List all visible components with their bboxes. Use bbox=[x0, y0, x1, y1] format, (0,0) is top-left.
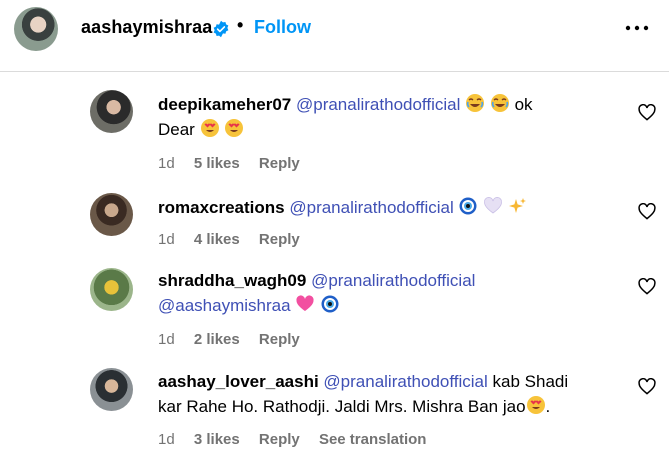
see-translation-link[interactable]: See translation bbox=[319, 431, 427, 448]
follow-button[interactable]: Follow bbox=[254, 17, 311, 38]
comment-time: 1d bbox=[158, 431, 175, 448]
nazar-amulet-emoji-icon bbox=[459, 197, 477, 215]
comment-body: ok bbox=[514, 95, 533, 114]
comment-username[interactable]: shraddha_wagh09 bbox=[158, 271, 306, 290]
laughing-emoji-icon bbox=[466, 94, 485, 112]
reply-button[interactable]: Reply bbox=[259, 155, 300, 172]
like-heart-icon[interactable] bbox=[638, 203, 656, 220]
comment-time: 1d bbox=[158, 155, 175, 172]
avatar[interactable] bbox=[90, 268, 133, 311]
comment-text: shraddha_wagh09 @pranalirathodofficial @… bbox=[158, 268, 608, 318]
comment-body: Dear bbox=[158, 120, 195, 139]
white-heart-emoji-icon bbox=[484, 197, 503, 214]
reply-button[interactable]: Reply bbox=[259, 231, 300, 248]
comment-time: 1d bbox=[158, 331, 175, 348]
comment-meta: 1d 4 likes Reply bbox=[158, 231, 315, 248]
comment-body-end: . bbox=[545, 397, 551, 416]
comment-likes[interactable]: 3 likes bbox=[194, 431, 240, 448]
comment-username[interactable]: aashay_lover_aashi bbox=[158, 372, 319, 391]
comment-body: kab Shadi bbox=[492, 372, 569, 391]
comment-text: deepikameher07 @pranalirathodofficial ok… bbox=[158, 92, 608, 142]
sparkles-emoji-icon bbox=[508, 198, 526, 213]
comment-mention[interactable]: @pranalirathodofficial bbox=[296, 95, 460, 114]
comment-meta: 1d 3 likes Reply See translation bbox=[158, 431, 441, 448]
comment-username[interactable]: deepikameher07 bbox=[158, 95, 291, 114]
post-header: aashaymishraa • Follow bbox=[0, 0, 669, 72]
heart-eyes-emoji-icon bbox=[526, 396, 545, 414]
verified-badge-icon bbox=[213, 20, 229, 38]
separator-dot: • bbox=[237, 15, 244, 35]
post-author-username[interactable]: aashaymishraa bbox=[81, 17, 212, 38]
comment-meta: 1d 5 likes Reply bbox=[158, 155, 315, 172]
avatar[interactable] bbox=[90, 368, 133, 411]
like-heart-icon[interactable] bbox=[638, 378, 656, 395]
comment-meta: 1d 2 likes Reply bbox=[158, 331, 315, 348]
comment-likes[interactable]: 2 likes bbox=[194, 331, 240, 348]
comment-username[interactable]: romaxcreations bbox=[158, 198, 285, 217]
pink-heart-emoji-icon bbox=[296, 295, 314, 311]
laughing-emoji-icon bbox=[490, 94, 509, 112]
comment-text: romaxcreations @pranalirathodofficial bbox=[158, 195, 608, 220]
comment-mention[interactable]: @pranalirathodofficial bbox=[323, 372, 487, 391]
reply-button[interactable]: Reply bbox=[259, 331, 300, 348]
avatar[interactable] bbox=[90, 90, 133, 133]
comment-body: kar Rahe Ho. Rathodji. Jaldi Mrs. Mishra… bbox=[158, 397, 526, 416]
avatar[interactable] bbox=[90, 193, 133, 236]
like-heart-icon[interactable] bbox=[638, 104, 656, 121]
more-horizontal-icon[interactable] bbox=[624, 18, 650, 38]
comment-mention[interactable]: @pranalirathodofficial bbox=[289, 198, 453, 217]
avatar[interactable] bbox=[14, 7, 58, 51]
comment-time: 1d bbox=[158, 231, 175, 248]
comment-mention[interactable]: @pranalirathodofficial bbox=[311, 271, 475, 290]
comment-likes[interactable]: 5 likes bbox=[194, 155, 240, 172]
reply-button[interactable]: Reply bbox=[259, 431, 300, 448]
comment-text: aashay_lover_aashi @pranalirathodofficia… bbox=[158, 369, 608, 419]
comment-likes[interactable]: 4 likes bbox=[194, 231, 240, 248]
like-heart-icon[interactable] bbox=[638, 278, 656, 295]
heart-eyes-emoji-icon bbox=[225, 119, 244, 137]
heart-eyes-emoji-icon bbox=[200, 119, 219, 137]
comment-mention[interactable]: @aashaymishraa bbox=[158, 296, 291, 315]
nazar-amulet-emoji-icon bbox=[321, 295, 339, 313]
